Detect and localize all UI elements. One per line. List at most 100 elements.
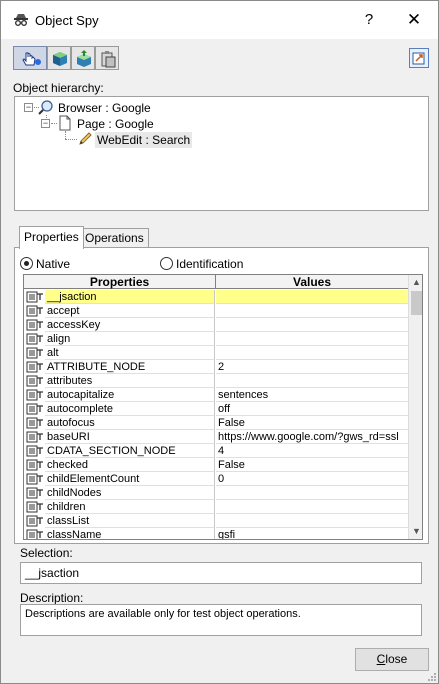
property-value-cell[interactable]: False	[216, 458, 408, 472]
table-row[interactable]: alt	[24, 346, 408, 360]
table-row[interactable]: autocapitalize sentences	[24, 388, 408, 402]
table-row[interactable]: className gsfi	[24, 528, 408, 539]
property-name-cell[interactable]: childElementCount	[45, 472, 215, 486]
highlight-object-button[interactable]	[47, 46, 71, 70]
table-row[interactable]: checked False	[24, 458, 408, 472]
property-name-cell[interactable]: childNodes	[45, 486, 215, 500]
property-name-cell[interactable]: attributes	[45, 374, 215, 388]
collapse-browser-icon[interactable]: −	[24, 103, 33, 112]
webedit-pencil-icon	[79, 132, 92, 145]
property-value-cell[interactable]	[216, 332, 408, 346]
properties-column-header[interactable]: Properties	[24, 275, 216, 289]
property-value-cell[interactable]: off	[216, 402, 408, 416]
tab-operations[interactable]: Operations	[80, 228, 149, 248]
table-row[interactable]: attributes	[24, 374, 408, 388]
property-name-cell[interactable]: children	[45, 500, 215, 514]
table-row[interactable]: baseURI https://www.google.com/?gws_rd=ss…	[24, 430, 408, 444]
scroll-down-icon[interactable]: ▼	[409, 524, 422, 539]
selection-field[interactable]: __jsaction	[20, 562, 422, 584]
tab-properties[interactable]: Properties	[19, 226, 84, 249]
table-row[interactable]: childNodes	[24, 486, 408, 500]
table-row[interactable]: accessKey	[24, 318, 408, 332]
table-row[interactable]: ATTRIBUTE_NODE 2	[24, 360, 408, 374]
property-name-cell[interactable]: align	[45, 332, 215, 346]
table-row[interactable]: childElementCount 0	[24, 472, 408, 486]
spy-agent-icon	[14, 14, 28, 26]
property-name-cell[interactable]: baseURI	[45, 430, 215, 444]
property-value-cell[interactable]: 4	[216, 444, 408, 458]
property-name-cell[interactable]: CDATA_SECTION_NODE	[45, 444, 215, 458]
property-grid[interactable]: Properties Values __jsaction accept access…	[23, 274, 423, 540]
property-item-icon	[26, 515, 43, 527]
property-value-cell[interactable]	[216, 374, 408, 388]
property-value-cell[interactable]	[216, 290, 408, 304]
property-item-icon	[26, 333, 43, 345]
table-row[interactable]: accept	[24, 304, 408, 318]
property-item-icon	[26, 487, 43, 499]
property-value-cell[interactable]: 0	[216, 472, 408, 486]
property-value-cell[interactable]	[216, 318, 408, 332]
keep-on-top-button[interactable]	[409, 48, 429, 68]
property-value-cell[interactable]	[216, 304, 408, 318]
table-row[interactable]: classList	[24, 514, 408, 528]
pointing-hand-button[interactable]	[13, 46, 47, 70]
property-name-cell[interactable]: accept	[45, 304, 215, 318]
property-name-cell[interactable]: autocapitalize	[45, 388, 215, 402]
table-row[interactable]: CDATA_SECTION_NODE 4	[24, 444, 408, 458]
description-label: Description:	[20, 591, 84, 605]
property-name-cell[interactable]: autocomplete	[45, 402, 215, 416]
property-value-cell[interactable]: https://www.google.com/?gws_rd=ssl	[216, 430, 408, 444]
property-value-cell[interactable]	[216, 514, 408, 528]
property-item-icon	[26, 473, 43, 485]
resize-grip-icon[interactable]	[427, 672, 437, 682]
collapse-page-icon[interactable]: −	[41, 119, 50, 128]
identification-radio[interactable]	[160, 257, 173, 270]
copy-to-clipboard-button[interactable]	[95, 46, 119, 70]
close-button[interactable]: Close	[355, 648, 429, 671]
tree-item-webedit[interactable]: WebEdit : Search	[95, 132, 193, 148]
tree-item-browser[interactable]: Browser : Google	[58, 100, 151, 116]
property-name-cell[interactable]: accessKey	[45, 318, 215, 332]
help-button[interactable]: ?	[359, 9, 379, 31]
values-column-header[interactable]: Values	[216, 275, 408, 289]
browser-icon	[38, 100, 53, 115]
property-item-icon	[26, 319, 43, 331]
property-name-cell[interactable]: checked	[45, 458, 215, 472]
property-value-cell[interactable]: sentences	[216, 388, 408, 402]
tree-item-page[interactable]: Page : Google	[77, 116, 154, 132]
close-window-button[interactable]: ✕	[403, 9, 425, 31]
property-item-icon	[26, 529, 43, 539]
property-value-cell[interactable]: 2	[216, 360, 408, 374]
property-name-cell[interactable]: alt	[45, 346, 215, 360]
table-row[interactable]: __jsaction	[24, 290, 408, 304]
property-item-icon	[26, 501, 43, 513]
property-item-icon	[26, 305, 43, 317]
property-name-cell[interactable]: __jsaction	[45, 290, 215, 304]
object-hierarchy-tree[interactable]: − Browser : Google − Page : Google WebEd…	[14, 96, 429, 211]
scroll-up-icon[interactable]: ▲	[409, 275, 422, 290]
property-name-cell[interactable]: autofocus	[45, 416, 215, 430]
property-value-cell[interactable]	[216, 500, 408, 514]
property-name-cell[interactable]: ATTRIBUTE_NODE	[45, 360, 215, 374]
grid-scrollbar[interactable]: ▲ ▼	[408, 275, 422, 539]
property-value-cell[interactable]: False	[216, 416, 408, 430]
native-label[interactable]: Native	[36, 257, 70, 271]
identification-label[interactable]: Identification	[176, 257, 243, 271]
property-name-cell[interactable]: classList	[45, 514, 215, 528]
property-value-cell[interactable]	[216, 486, 408, 500]
close-label-rest: lose	[385, 652, 408, 666]
table-row[interactable]: autofocus False	[24, 416, 408, 430]
table-row[interactable]: align	[24, 332, 408, 346]
property-name-cell[interactable]: className	[45, 528, 215, 539]
property-value-cell[interactable]: gsfi	[216, 528, 408, 539]
record-object-icon	[77, 50, 91, 67]
pointing-hand-icon	[22, 52, 41, 66]
native-radio[interactable]	[20, 257, 33, 270]
property-item-icon	[26, 445, 43, 457]
property-value-cell[interactable]	[216, 346, 408, 360]
scroll-thumb[interactable]	[411, 291, 422, 315]
record-object-button[interactable]	[71, 46, 95, 70]
table-row[interactable]: autocomplete off	[24, 402, 408, 416]
property-item-icon	[26, 291, 43, 303]
table-row[interactable]: children	[24, 500, 408, 514]
